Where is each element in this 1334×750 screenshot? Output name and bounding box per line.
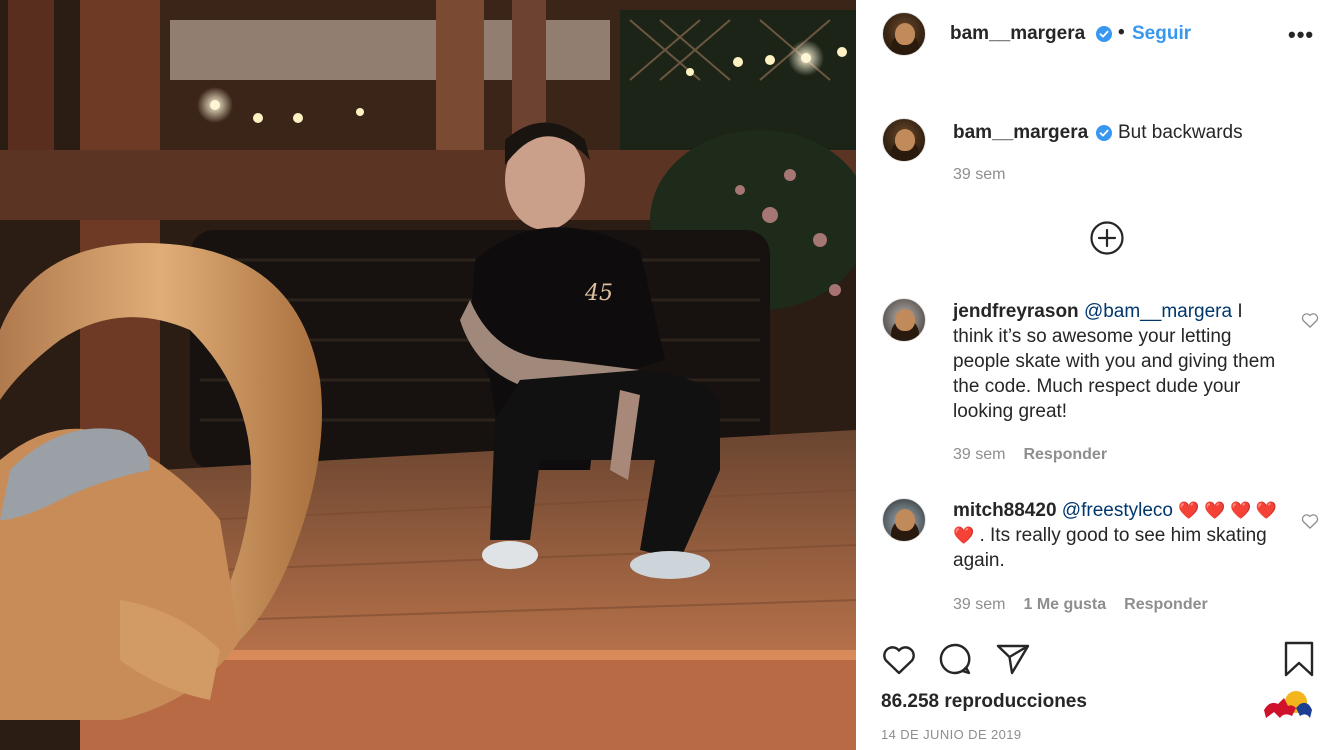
commenter-username[interactable]: mitch88420 xyxy=(953,500,1057,521)
like-comment-heart-icon[interactable] xyxy=(1300,511,1320,531)
comment-meta: 39 sem 1 Me gusta Responder xyxy=(953,596,1208,614)
caption-avatar[interactable] xyxy=(882,118,926,162)
heart-icon[interactable] xyxy=(880,640,918,678)
author-username[interactable]: bam__margera xyxy=(950,23,1085,45)
follow-button[interactable]: Seguir xyxy=(1132,23,1191,45)
more-options-icon[interactable]: ••• xyxy=(1288,22,1314,48)
comment-timestamp[interactable]: 39 sem xyxy=(953,446,1005,464)
comment-timestamp[interactable]: 39 sem xyxy=(953,596,1005,614)
svg-text:45: 45 xyxy=(584,281,613,306)
comment-bubble-icon[interactable] xyxy=(936,640,974,678)
caption-username[interactable]: bam__margera xyxy=(953,122,1088,144)
comment-mention[interactable]: @bam__margera xyxy=(1084,301,1232,322)
caption-text: But backwards xyxy=(1118,122,1243,143)
comment-mention[interactable]: @freestyleco xyxy=(1062,500,1173,521)
author-avatar[interactable] xyxy=(882,12,926,56)
like-comment-heart-icon[interactable] xyxy=(1300,310,1320,330)
commenter-username[interactable]: jendfreyrason xyxy=(953,301,1079,322)
comment-text: mitch88420 @freestyleco ❤️ ❤️ ❤️ ❤️ ❤️ .… xyxy=(953,498,1283,573)
reply-button[interactable]: Responder xyxy=(1023,446,1107,464)
post-header: bam__margera • Seguir ••• xyxy=(856,0,1334,70)
caption-timestamp[interactable]: 39 sem xyxy=(953,166,1005,184)
post-date[interactable]: 14 DE JUNIO DE 2019 xyxy=(881,727,1022,742)
comment-likes[interactable]: 1 Me gusta xyxy=(1023,596,1106,614)
red-bull-logo-icon xyxy=(1264,691,1312,718)
commenter-avatar[interactable] xyxy=(882,298,926,342)
post-sidebar: bam__margera • Seguir ••• bam__margera B… xyxy=(856,0,1334,750)
separator-dot: • xyxy=(1118,22,1125,43)
view-count[interactable]: 86.258 reproducciones xyxy=(881,691,1087,713)
video-frame: 45 xyxy=(0,0,856,750)
comment-meta: 39 sem Responder xyxy=(953,446,1107,464)
verified-badge-icon xyxy=(1096,26,1112,42)
plus-circle-icon[interactable] xyxy=(1089,220,1125,256)
paper-plane-icon[interactable] xyxy=(994,640,1032,678)
post-video[interactable]: 45 xyxy=(0,0,856,750)
comment-message: . Its really good to see him skating aga… xyxy=(953,525,1267,571)
comment-text: jendfreyrason @bam__margera I think it’s… xyxy=(953,299,1283,424)
verified-badge-icon xyxy=(1096,125,1112,141)
commenter-avatar[interactable] xyxy=(882,498,926,542)
bookmark-icon[interactable] xyxy=(1280,640,1318,678)
reply-button[interactable]: Responder xyxy=(1124,596,1208,614)
post-actions-bar xyxy=(856,640,1334,684)
